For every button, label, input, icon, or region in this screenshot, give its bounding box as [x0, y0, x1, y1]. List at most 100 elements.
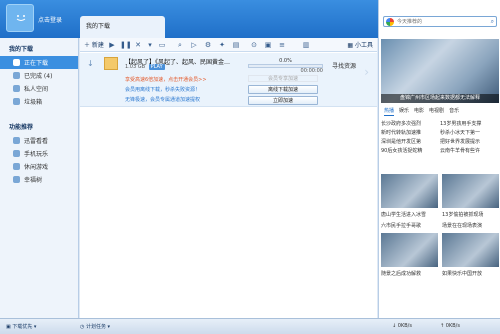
video-icon	[13, 137, 20, 144]
sort-icon[interactable]: ≡	[278, 41, 286, 49]
phone-icon	[13, 150, 20, 157]
tab-music[interactable]: 音乐	[449, 106, 459, 116]
sidebar-item-games[interactable]: 休闲游戏	[0, 160, 78, 173]
trash-icon	[13, 98, 20, 105]
caption-row: 唐山学生活进入冰雪 13岁偷拍被抓现场	[381, 211, 499, 218]
game-icon	[13, 163, 20, 170]
time-remaining: 00:00:00	[300, 68, 323, 74]
sidebar-item-tree[interactable]: 幸福树	[0, 173, 78, 186]
news-link[interactable]: 秒杀小冰天下第一	[440, 129, 499, 138]
toolbar: ＋ 新建 ▶ ❚❚ ✕ ▾ ▭ ⌕ ▷ ⚙ ✦ ▤ ⊙ ▣ ≡ ▥ ▦ 小工具	[80, 38, 377, 52]
tab-movie[interactable]: 电影	[414, 106, 424, 116]
sidebar-item-downloading[interactable]: 正在下载	[0, 56, 78, 69]
sidebar-section-title: 我的下载	[9, 46, 34, 53]
search-input[interactable]	[397, 17, 487, 26]
play-badge[interactable]: PLAY	[148, 64, 165, 70]
thumb-row	[381, 174, 499, 208]
list-item: 长沙政府多次强烈 13岁男孩用手支撑	[381, 120, 499, 129]
news-link[interactable]: 新时代转轨加速推	[381, 129, 440, 138]
sidebar-item-private[interactable]: 私人空间	[0, 82, 78, 95]
sidebar-item-completed[interactable]: 已完成 (4)	[0, 69, 78, 82]
folder-icon	[104, 57, 118, 70]
search-icon[interactable]: ⌕	[491, 18, 494, 26]
download-task-row[interactable]: ↓ 【起风了】《风起了、起风、民国黄金… 1.03 GB PLAY 0.0% 0…	[80, 53, 377, 107]
chevron-down-icon[interactable]: ▾	[146, 41, 154, 49]
sidebar-item-mobile[interactable]: 手机玩乐	[0, 147, 78, 160]
download-icon	[13, 59, 20, 66]
thumbnail-caption[interactable]: 随景之后成功解救	[381, 270, 438, 277]
tools-button[interactable]: ▦ 小工具	[347, 40, 373, 49]
tab-my-downloads[interactable]: 我的下载	[80, 16, 165, 38]
pause-icon[interactable]: ❚❚	[120, 41, 132, 49]
delete-icon[interactable]: ✕	[134, 41, 142, 49]
task-size: 1.03 GB	[125, 64, 146, 70]
sidebar: 我的下载 正在下载 已完成 (4) 私人空间 垃圾箱 功能推荐 迅雷看看 手机玩…	[0, 38, 79, 318]
news-link[interactable]: 长沙政府多次强烈	[381, 120, 440, 129]
shop-icon[interactable]: ▤	[232, 41, 240, 49]
speedup-promo-link[interactable]: 无锋极速，会员专属通道加速提权	[125, 96, 200, 103]
avatar[interactable]	[6, 4, 34, 32]
status-bar: ▣ 下载优先 ▾ ◷ 计划任务 ▾ ↓ 0KB/s ↑ 0KB/s	[0, 318, 500, 334]
chevron-right-icon[interactable]: ›	[364, 65, 369, 79]
news-list: 长沙政府多次强烈 13岁男孩用手支撑 新时代转轨加速推 秒杀小冰天下第一 深圳是他开…	[381, 120, 499, 156]
download-arrow-icon: ↓	[87, 59, 94, 68]
thumbnail-caption[interactable]: 13岁偷拍被抓现场	[442, 211, 499, 218]
login-link[interactable]: 点击登录	[38, 15, 62, 24]
list-item: 90后女孩活捉蛇精 云南牛羊骨有些许	[381, 147, 499, 156]
thumbnail[interactable]	[442, 233, 499, 267]
check-icon	[13, 72, 20, 79]
hero-caption: 盘锦广州市区场起来数据都无法解释	[381, 94, 499, 103]
settings-icon[interactable]: ⚙	[204, 41, 212, 49]
news-link[interactable]: 深圳是他开发区第	[381, 138, 440, 147]
caption-row: 六市民手拉手哥歌 场景在在现场表演	[381, 222, 499, 229]
chart-icon[interactable]: ▥	[302, 41, 310, 49]
new-task-button[interactable]: ＋ 新建	[84, 40, 104, 49]
list-item: 深圳是他开发区第 把好世界发展提示	[381, 138, 499, 147]
recommend-panel: ⌕ 盘锦广州市区场起来数据都无法解释 热播 娱乐 电影 电视剧 音乐 长沙政府多…	[378, 0, 500, 318]
schedule-button[interactable]: ◷ 计划任务 ▾	[80, 323, 110, 330]
news-link[interactable]: 把好世界发展提示	[440, 138, 499, 147]
folder-icon[interactable]: ▭	[158, 41, 166, 49]
news-link[interactable]: 云南牛羊骨有些许	[440, 147, 499, 156]
thumbnail-caption[interactable]: 如果快乐中国开放	[442, 270, 499, 277]
speed-icon[interactable]: ⊙	[250, 41, 258, 49]
vip-promo-link[interactable]: 享受高速6倍加速，点击开通会员>>	[125, 76, 207, 83]
thumbnail-caption[interactable]: 唐山学生活进入冰雪	[381, 211, 438, 218]
thumbnail[interactable]	[381, 233, 438, 267]
task-meta: 1.03 GB PLAY	[125, 64, 165, 70]
hint-box: 会员专享加速	[248, 75, 318, 82]
category-tabs: 热播 娱乐 电影 电视剧 音乐	[381, 106, 499, 116]
tab-ent[interactable]: 娱乐	[399, 106, 409, 116]
sidebar-item-trash[interactable]: 垃圾箱	[0, 95, 78, 108]
search-box: ⌕	[383, 16, 497, 27]
box-icon[interactable]: ▣	[264, 41, 272, 49]
download-speed: ↓ 0KB/s	[392, 323, 412, 329]
news-link[interactable]: 90后女孩活捉蛇精	[381, 147, 440, 156]
offline-download-button[interactable]: 离线下载加速	[248, 85, 318, 94]
download-priority-button[interactable]: ▣ 下载优先 ▾	[6, 323, 36, 330]
caption-row: 随景之后成功解救 如果快乐中国开放	[381, 270, 499, 277]
download-list-panel: ＋ 新建 ▶ ❚❚ ✕ ▾ ▭ ⌕ ▷ ⚙ ✦ ▤ ⊙ ▣ ≡ ▥ ▦ 小工具 …	[80, 38, 377, 318]
sidebar-item-kankan[interactable]: 迅雷看看	[0, 134, 78, 147]
play-icon[interactable]: ▷	[190, 41, 198, 49]
search-icon[interactable]: ⌕	[176, 41, 184, 49]
accelerate-button[interactable]: 立即加速	[248, 96, 318, 105]
search-engine-icon[interactable]	[386, 18, 394, 26]
thumbnail-caption[interactable]: 六市民手拉手哥歌	[381, 222, 438, 229]
thumbnail[interactable]	[442, 174, 499, 208]
gear-icon[interactable]: ✦	[218, 41, 226, 49]
thumbnail-grid: 唐山学生活进入冰雪 13岁偷拍被抓现场 六市民手拉手哥歌 场景在在现场表演 随景…	[381, 174, 499, 281]
start-icon[interactable]: ▶	[108, 41, 116, 49]
hero-image[interactable]: 盘锦广州市区场起来数据都无法解释	[381, 39, 499, 103]
tree-icon	[13, 176, 20, 183]
tab-tv[interactable]: 电视剧	[429, 106, 444, 116]
news-link[interactable]: 13岁男孩用手支撑	[440, 120, 499, 129]
tab-hot[interactable]: 热播	[384, 106, 395, 116]
thumbnail-caption[interactable]: 场景在在现场表演	[442, 222, 499, 229]
lock-icon	[13, 85, 20, 92]
thumbnail[interactable]	[381, 174, 438, 208]
find-source-link[interactable]: 寻找资源	[332, 61, 356, 70]
smile-icon	[16, 15, 26, 21]
offline-promo-link[interactable]: 会员用离线下载，秒杀失败资源！	[125, 86, 200, 93]
thumb-row	[381, 233, 499, 267]
